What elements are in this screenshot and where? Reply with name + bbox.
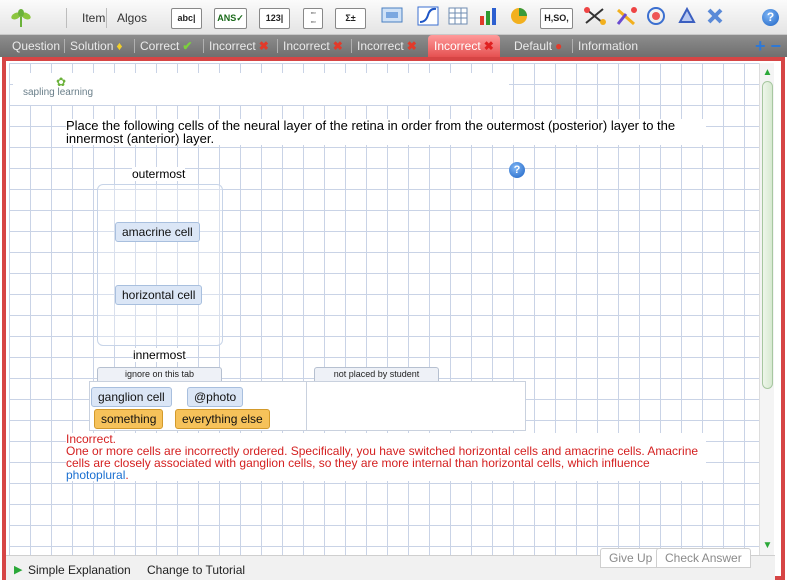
tab-label: Incorrect [434,39,481,53]
feedback-end: . [125,468,129,482]
table-tool-icon[interactable] [446,6,470,30]
tab-incorrect-3[interactable]: Incorrect ✖ [353,35,417,57]
not-placed-pool-header: not placed by student [314,367,439,381]
tools-tool-icon[interactable] [705,6,729,30]
molecule-tool-icon[interactable] [583,6,607,30]
ignore-pool-header: ignore on this tab [97,367,222,381]
graph-tool-icon[interactable] [416,6,440,30]
feedback-body-text: One or more cells are incorrectly ordere… [66,444,699,470]
photoplural-link[interactable]: photoplural [66,468,125,482]
add-remove-tab-buttons[interactable]: + − [755,36,781,56]
horizontal-cell-chip[interactable]: horizontal cell [115,285,203,305]
tab-label: Solution [70,39,114,53]
tab-divider [572,39,573,53]
orbital-tool-icon[interactable] [644,6,668,30]
pie-chart-tool-icon[interactable] [507,6,531,30]
something-chip[interactable]: something [94,409,164,429]
photo-chip[interactable]: @photo [187,387,244,407]
innermost-label: innermost [133,348,186,362]
x-icon: ✖ [332,39,343,53]
question-workspace: ✿ sapling learning Place the following c… [9,63,759,555]
logo-text: sapling learning [23,87,94,98]
tab-incorrect-4-active[interactable]: Incorrect ✖ [428,35,500,57]
tab-incorrect-1[interactable]: Incorrect ✖ [205,35,269,57]
tab-label: Question [12,39,61,53]
tab-bar: Question Solution ♦ Correct ✔ Incorrect ✖ I… [0,35,787,57]
tab-correct[interactable]: Correct ✔ [136,35,192,57]
change-to-tutorial-link[interactable]: Change to Tutorial [147,563,245,577]
tab-default[interactable]: Default ● [510,35,562,57]
tab-information[interactable]: Information [574,35,638,57]
matching-tool-icon[interactable]: ▫▫ ▫▫ [303,8,323,29]
scrollbar-thumb[interactable] [762,81,773,389]
tab-divider [277,39,278,53]
x-icon: ✖ [483,39,494,53]
x-icon: ✖ [406,39,417,53]
tab-label: Default [514,39,553,53]
sapling-leaf-icon[interactable] [10,8,32,28]
tab-solution[interactable]: Solution ♦ [66,35,123,57]
tab-incorrect-2[interactable]: Incorrect ✖ [279,35,343,57]
item-menu[interactable]: Item [82,11,105,25]
scroll-up-arrow-icon[interactable]: ▲ [762,67,773,78]
incorrect-feedback: Incorrect. One or more cells are incorre… [66,433,706,481]
text-entry-tool-icon[interactable]: abc| [171,8,202,29]
lightbulb-icon: ♦ [116,39,123,53]
tab-label: Correct [140,39,180,53]
outermost-label: outermost [132,167,186,181]
tab-divider [64,39,65,53]
scroll-down-arrow-icon[interactable]: ▼ [762,540,773,551]
structure-tool-icon[interactable] [675,6,699,30]
bottom-bar: ▶ Simple Explanation Change to Tutorial … [6,548,775,580]
x-icon: ✖ [258,39,269,53]
minus-circle-icon: ● [555,39,563,53]
tab-label: Incorrect [357,39,404,53]
top-toolbar: Item Algos abc| ANS✓ 123| ▫▫ ▫▫ Σ± H,SO, … [0,0,787,35]
everything-else-chip[interactable]: everything else [175,409,270,429]
toolbar-divider [66,8,67,28]
bar-chart-tool-icon[interactable] [477,6,501,30]
simple-explanation-link[interactable]: Simple Explanation [28,563,131,577]
question-text: Place the following cells of the neural … [66,119,706,145]
tab-label: Incorrect [209,39,256,53]
numeric-tool-icon[interactable]: 123| [259,8,290,29]
play-arrow-icon[interactable]: ▶ [14,563,22,576]
check-icon: ✔ [182,39,193,53]
tab-question[interactable]: Question [8,35,60,57]
tab-divider [351,39,352,53]
tab-label: Incorrect [283,39,330,53]
image-tool-icon[interactable] [380,6,404,30]
ordering-drop-zone[interactable] [97,184,223,346]
chemistry-formula-tool-icon[interactable]: H,SO, [540,8,573,29]
feedback-body: One or more cells are incorrectly ordere… [66,445,706,481]
question-help-icon[interactable]: ? [509,162,525,178]
toolbar-divider [106,8,107,28]
sapling-logo: ✿ sapling learning [13,73,509,105]
vertical-scrollbar[interactable]: ▲ ▼ [759,63,774,555]
give-up-button[interactable]: Give Up [600,548,662,568]
tab-divider [134,39,135,53]
reaction-tool-icon[interactable] [614,6,638,30]
tab-divider [203,39,204,53]
equation-tool-icon[interactable]: Σ± [335,8,366,29]
answer-tool-icon[interactable]: ANS✓ [214,8,247,29]
amacrine-cell-chip[interactable]: amacrine cell [115,222,200,242]
algos-menu[interactable]: Algos [117,11,147,25]
tab-label: Information [578,39,639,53]
ganglion-cell-chip[interactable]: ganglion cell [91,387,172,407]
help-icon[interactable]: ? [762,9,779,26]
not-placed-pool[interactable] [306,381,526,431]
check-answer-button[interactable]: Check Answer [656,548,751,568]
